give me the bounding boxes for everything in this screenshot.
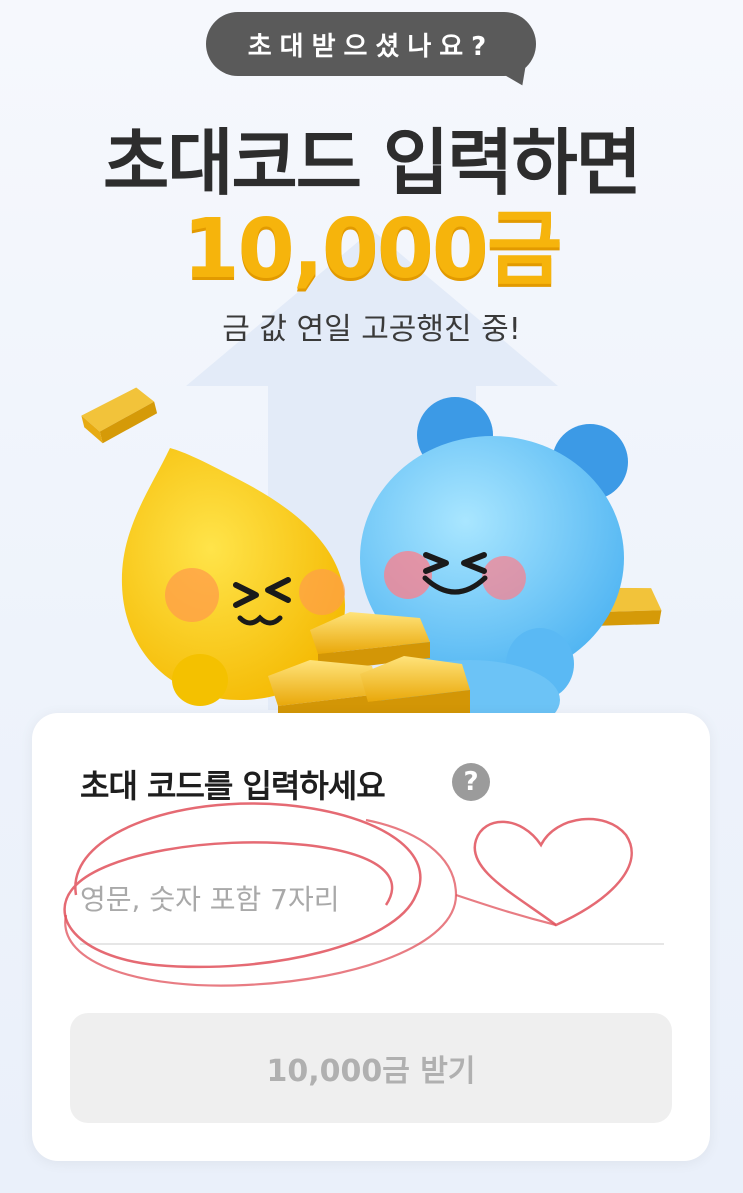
invite-code-input[interactable] [80, 855, 664, 945]
characters-illustration [81, 387, 662, 720]
subtitle: 금 값 연일 고공행진 중! [222, 312, 521, 347]
help-icon[interactable]: ? [452, 763, 490, 801]
bubble-text: 초대받으셨나요? [247, 31, 495, 62]
invite-question-bubble: 초대받으셨나요? [206, 12, 536, 76]
gold-bar-icon [81, 387, 158, 444]
invite-code-card: 초대 코드를 입력하세요 ? 10,000금 받기 [32, 713, 710, 1161]
claim-reward-button[interactable]: 10,000금 받기 [70, 1013, 672, 1123]
reward-amount: 10,000금 [182, 202, 563, 297]
help-symbol: ? [463, 767, 479, 797]
invite-code-heading: 초대 코드를 입력하세요 [80, 767, 386, 805]
